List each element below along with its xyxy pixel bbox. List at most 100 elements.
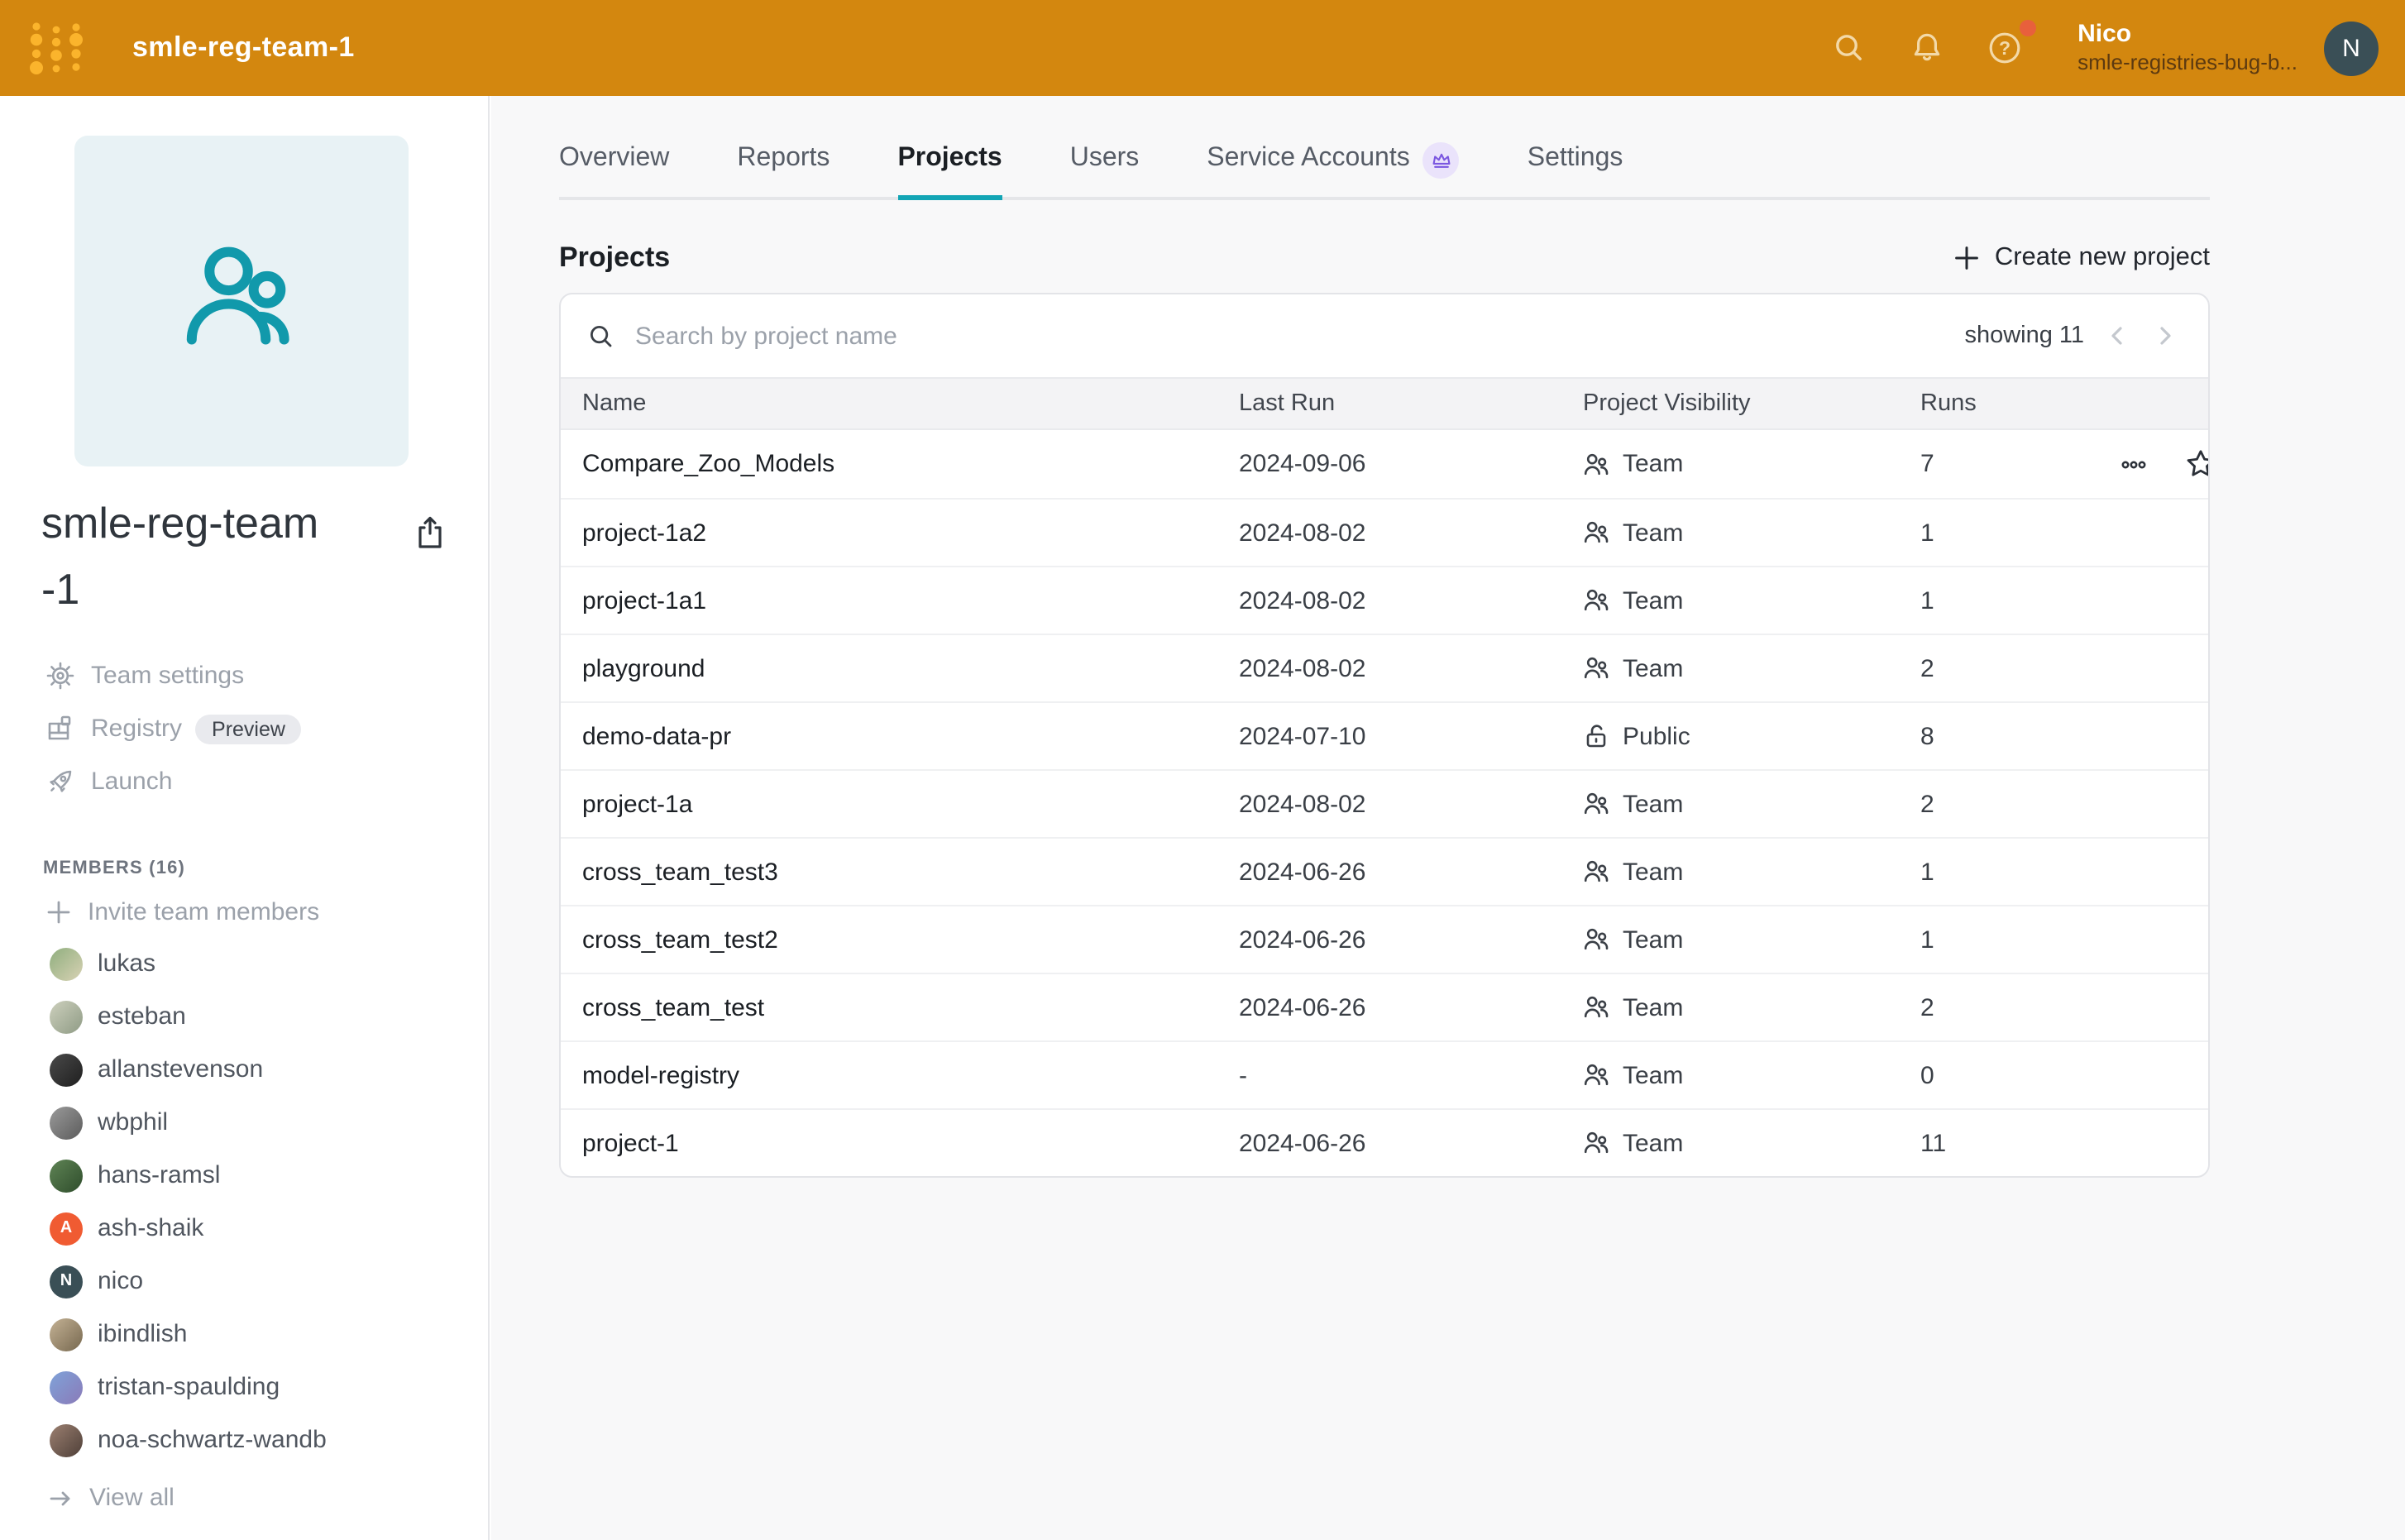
chevron-left-icon[interactable] [2106,324,2129,347]
table-row[interactable]: Compare_Zoo_Models 2024-09-06 Team [561,430,2208,498]
member-list-item[interactable]: ibindlish [0,1308,488,1361]
share-icon[interactable] [414,514,447,559]
member-list-item[interactable]: allanstevenson [0,1043,488,1096]
tab[interactable]: Settings [1528,144,1623,197]
invite-label: Invite team members [88,898,319,926]
last-run-cell: 2024-06-26 [1239,1129,1583,1157]
table-row[interactable]: project-1a2 2024-08-02 Team [561,498,2208,566]
table-row[interactable]: cross_team_test 2024-06-26 Team [561,973,2208,1040]
team-name-line1: smle-reg-team [41,498,318,548]
runs-cell: 2 [1920,790,2119,818]
member-list-item[interactable]: N nico [0,1255,488,1308]
member-list-item[interactable]: tristan-spaulding [0,1361,488,1413]
runs-cell: 0 [1920,1061,2119,1089]
sidebar-link-label: Registry [91,715,182,743]
table-row[interactable]: project-1a 2024-08-02 Team [561,769,2208,837]
team-sidebar: smle-reg-team -1 [0,96,490,1540]
tab[interactable]: Reports [737,144,830,197]
member-list-item[interactable]: A ash-shaik [0,1202,488,1255]
visibility-label: Team [1623,790,1683,818]
visibility-label: Team [1623,993,1683,1021]
visibility-cell: Team [1583,858,1920,886]
table-row[interactable]: project-1 2024-06-26 Team [561,1108,2208,1176]
project-search-input[interactable] [632,320,1964,352]
member-name: noa-schwartz-wandb [98,1426,327,1454]
projects-table-card: showing 11 Name Last Run Project Visibil… [559,293,2210,1178]
team-tabs: Overview Reports Projects Users [559,144,2210,200]
tab[interactable]: Projects [897,144,1002,197]
team-title: smle-reg-team -1 [41,490,407,623]
visibility-cell: Team [1583,450,1920,478]
member-list-item[interactable]: lukas [0,937,488,990]
visibility-cell: Team [1583,519,1920,547]
project-name-cell[interactable]: playground [582,654,1239,682]
plus-icon [1953,245,1980,271]
last-run-cell: 2024-09-06 [1239,450,1583,478]
runs-cell: 1 [1920,858,2119,886]
runs-cell: 2 [1920,654,2119,682]
member-avatar [50,1318,83,1351]
project-name-cell[interactable]: cross_team_test3 [582,858,1239,886]
runs-cell: 1 [1920,586,2119,615]
runs-cell: 2 [1920,993,2119,1021]
table-row[interactable]: playground 2024-08-02 Team [561,634,2208,701]
create-new-project-button[interactable]: Create new project [1953,243,2210,273]
tab[interactable]: Users [1070,144,1140,197]
visibility-label: Team [1623,519,1683,547]
user-avatar[interactable]: N [2324,21,2379,75]
tab-label: Users [1070,144,1140,174]
table-row[interactable]: cross_team_test3 2024-06-26 Team [561,837,2208,905]
user-org: smle-registries-bug-b... [2077,50,2297,78]
sidebar-link[interactable]: Registry Preview [0,702,488,755]
wandb-logo-icon[interactable] [28,20,84,76]
project-name-cell[interactable]: project-1 [582,1129,1239,1157]
tab-label: Service Accounts [1207,144,1409,174]
bell-icon[interactable] [1907,28,1947,68]
member-name: wbphil [98,1108,168,1136]
members-list: lukas esteban allanstevenson wbphil [0,937,488,1466]
team-avatar [74,136,409,466]
project-name-cell[interactable]: demo-data-pr [582,722,1239,750]
sidebar-link[interactable]: Launch [0,755,488,808]
last-run-cell: 2024-06-26 [1239,858,1583,886]
member-list-item[interactable]: esteban [0,990,488,1043]
team-people-icon [170,230,313,372]
project-name-cell[interactable]: project-1a1 [582,586,1239,615]
view-all-members-link[interactable]: View all [0,1471,488,1524]
member-avatar [50,1106,83,1139]
tab-label: Overview [559,144,669,174]
project-name-cell[interactable]: model-registry [582,1061,1239,1089]
member-list-item[interactable]: wbphil [0,1096,488,1149]
project-name-cell[interactable]: cross_team_test2 [582,925,1239,954]
sidebar-link[interactable]: Team settings [0,649,488,702]
help-icon[interactable]: ? [1985,28,2025,68]
project-name-cell[interactable]: project-1a2 [582,519,1239,547]
member-list-item[interactable]: noa-schwartz-wandb [0,1413,488,1466]
team-people-icon [1583,994,1609,1021]
user-block[interactable]: Nico smle-registries-bug-b... [2077,19,2297,77]
search-icon[interactable] [1829,28,1869,68]
team-people-icon [1583,1062,1609,1088]
runs-cell: 1 [1920,925,2119,954]
tab[interactable]: Overview [559,144,669,197]
table-row[interactable]: project-1a1 2024-08-02 Team [561,566,2208,634]
member-name: tristan-spaulding [98,1373,280,1401]
search-icon [587,322,615,350]
table-body: Compare_Zoo_Models 2024-09-06 Team [561,430,2208,1176]
team-people-icon [1583,791,1609,817]
row-menu-icon[interactable] [2119,449,2149,479]
table-row[interactable]: model-registry - Team [561,1040,2208,1108]
invite-team-members-button[interactable]: Invite team members [0,887,488,937]
project-name-cell[interactable]: Compare_Zoo_Models [582,450,1239,478]
member-list-item[interactable]: hans-ramsl [0,1149,488,1202]
showing-count: showing 11 [1964,323,2084,349]
star-icon[interactable] [2185,448,2210,480]
chevron-right-icon[interactable] [2154,324,2177,347]
member-avatar: A [50,1212,83,1245]
table-header-row: Name Last Run Project Visibility Runs [561,377,2208,430]
project-name-cell[interactable]: cross_team_test [582,993,1239,1021]
tab[interactable]: Service Accounts [1207,144,1459,197]
table-row[interactable]: cross_team_test2 2024-06-26 Team [561,905,2208,973]
project-name-cell[interactable]: project-1a [582,790,1239,818]
table-row[interactable]: demo-data-pr 2024-07-10 Public [561,701,2208,769]
